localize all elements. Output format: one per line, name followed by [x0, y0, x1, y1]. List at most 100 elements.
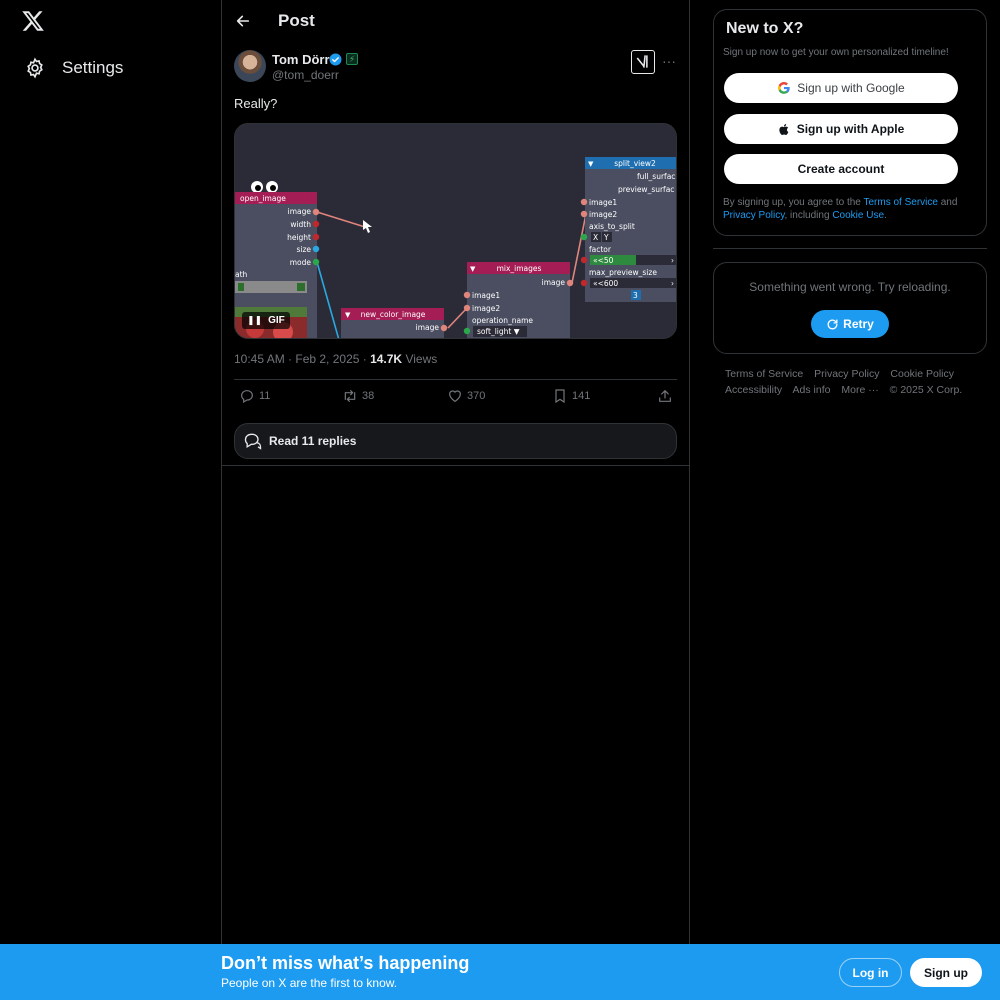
- post-media-gif[interactable]: open_image image width height size mode …: [234, 123, 677, 339]
- node-port-label: image2: [589, 210, 617, 219]
- cookie-use-link[interactable]: Cookie Use: [832, 210, 884, 221]
- svg-text:▼: ▼: [470, 265, 476, 273]
- reply-button[interactable]: 11: [239, 388, 270, 404]
- post-views-label: Views: [402, 352, 438, 366]
- avatar[interactable]: [234, 50, 266, 82]
- repost-icon: [344, 390, 356, 402]
- footer-link-accessibility[interactable]: Accessibility: [725, 384, 782, 396]
- node-title-mix-images: mix_images: [497, 264, 542, 273]
- back-arrow-icon[interactable]: [235, 13, 251, 29]
- create-account-label: Create account: [797, 162, 885, 176]
- error-card: Something went wrong. Try reloading. Ret…: [713, 262, 987, 354]
- google-icon: [778, 82, 791, 94]
- terms-of-service-link[interactable]: Terms of Service: [863, 197, 937, 208]
- signup-card: New to X? Sign up now to get your own pe…: [713, 9, 987, 236]
- terms-text: By signing up, you agree to the: [723, 197, 864, 208]
- bottom-bar-title: Don’t miss what’s happening: [221, 953, 470, 973]
- divider: [234, 379, 677, 380]
- bookmark-icon: [555, 389, 565, 404]
- signup-button[interactable]: Sign up: [910, 958, 982, 987]
- login-label: Log in: [852, 965, 889, 980]
- svg-text:›: ›: [671, 256, 674, 265]
- more-options-icon[interactable]: ···: [662, 53, 676, 69]
- affiliate-badge-icon: ⚡: [346, 53, 358, 65]
- node-dropdown-value: soft_light ▼: [477, 327, 520, 336]
- create-account-button[interactable]: Create account: [724, 154, 958, 184]
- node-port-label: image2: [472, 304, 500, 313]
- footer-link-more[interactable]: More ···: [841, 384, 878, 396]
- grok-button[interactable]: [631, 50, 655, 74]
- verified-badge-icon: [329, 53, 342, 66]
- footer-link-cookie[interactable]: Cookie Policy: [890, 368, 954, 380]
- post-timestamp[interactable]: 10:45 AM · Feb 2, 2025 ·: [234, 352, 370, 366]
- repost-count: 38: [362, 390, 375, 402]
- node-editor-image: open_image image width height size mode …: [235, 124, 676, 338]
- author-handle[interactable]: @tom_doerr: [272, 68, 339, 82]
- heart-icon: [449, 390, 461, 403]
- share-button[interactable]: [657, 388, 673, 404]
- node-port-label: full_surfac: [637, 172, 675, 181]
- refresh-icon: [827, 318, 838, 329]
- x-logo-icon[interactable]: [21, 9, 45, 33]
- repost-button[interactable]: 38: [342, 388, 374, 404]
- node-port-label: factor: [589, 245, 612, 254]
- retry-button[interactable]: Retry: [811, 310, 889, 338]
- page-title: Post: [278, 11, 315, 30]
- node-port-label: image: [288, 207, 312, 216]
- signup-terms: By signing up, you agree to the Terms of…: [723, 196, 979, 222]
- nav-settings-label: Settings: [62, 58, 124, 77]
- node-port-label: size: [296, 245, 311, 254]
- signup-title: New to X?: [726, 20, 804, 37]
- signup-google-button[interactable]: Sign up with Google: [724, 73, 958, 103]
- signup-google-label: Sign up with Google: [797, 81, 905, 95]
- main-column: Post Tom Dörr ⚡ @tom_doerr ··· Really? o…: [221, 0, 690, 944]
- footer-link-terms[interactable]: Terms of Service: [725, 368, 803, 380]
- bookmark-count: 141: [572, 390, 591, 402]
- pause-icon[interactable]: ❚❚: [247, 315, 262, 326]
- like-count: 370: [467, 390, 486, 402]
- gif-badge[interactable]: ❚❚ GIF: [242, 312, 290, 329]
- reply-icon: [241, 390, 253, 404]
- bottom-signup-bar: Don’t miss what’s happening People on X …: [0, 944, 1000, 1000]
- signup-label: Sign up: [924, 965, 968, 980]
- terms-text: , including: [784, 210, 833, 221]
- gear-icon: [27, 57, 43, 79]
- login-button[interactable]: Log in: [839, 958, 902, 987]
- node-axis-y: Y: [603, 233, 609, 242]
- like-button[interactable]: 370: [447, 388, 485, 404]
- node-port-label: width: [290, 220, 311, 229]
- retry-label: Retry: [843, 317, 874, 331]
- left-nav: Settings: [0, 0, 221, 1000]
- footer-link-privacy[interactable]: Privacy Policy: [814, 368, 879, 380]
- footer-link-ads-info[interactable]: Ads info: [793, 384, 831, 396]
- node-title-split-view2: split_view2: [614, 159, 656, 168]
- node-port-label: mode: [290, 258, 312, 267]
- node-max-preview-value: «<600: [593, 279, 618, 288]
- node-axis-x: X: [593, 233, 598, 242]
- node-port-label: axis_to_split: [589, 222, 635, 231]
- copyright: © 2025 X Corp.: [889, 384, 963, 396]
- grok-icon: [636, 55, 648, 68]
- svg-text:›: ›: [671, 279, 674, 288]
- read-replies-button[interactable]: Read 11 replies: [234, 423, 677, 459]
- node-title-open-image: open_image: [240, 194, 286, 203]
- signup-apple-button[interactable]: Sign up with Apple: [724, 114, 958, 144]
- post-header: Post: [222, 0, 689, 42]
- post-views-count: 14.7K: [370, 352, 403, 366]
- author-name[interactable]: Tom Dörr: [272, 52, 330, 67]
- node-title-new-color-image: new_color_image: [361, 310, 426, 319]
- node-port-label: image1: [589, 198, 617, 207]
- divider: [222, 465, 689, 466]
- reply-count: 11: [259, 390, 271, 402]
- signup-subtitle: Sign up now to get your own personalized…: [723, 47, 949, 58]
- read-replies-label: Read 11 replies: [269, 434, 357, 448]
- chat-bubbles-icon: [244, 433, 262, 450]
- post-text: Really?: [234, 96, 278, 111]
- terms-text: and: [937, 197, 958, 208]
- node-port-label: preview_surfac: [618, 185, 674, 194]
- nav-settings-link[interactable]: Settings: [18, 52, 129, 84]
- privacy-policy-link[interactable]: Privacy Policy: [723, 210, 785, 221]
- node-counter: 3: [633, 291, 638, 300]
- bookmark-button[interactable]: 141: [552, 388, 590, 404]
- post-actions: 11 38 370 141: [234, 388, 677, 410]
